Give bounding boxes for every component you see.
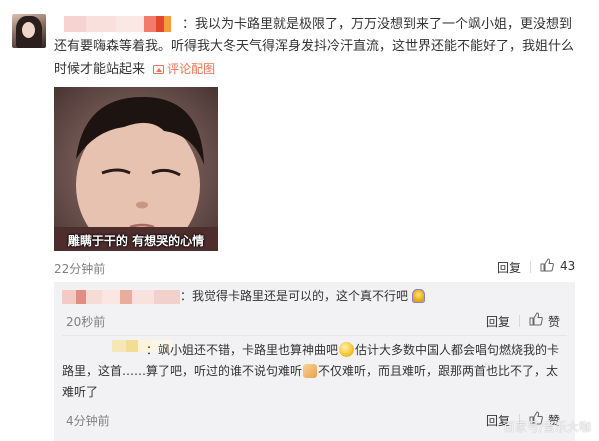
watermark: 百家号/音乐大咖 bbox=[502, 420, 591, 434]
view-picture-link[interactable]: 评论配图 bbox=[153, 62, 215, 76]
reply-2-time: 4分钟前 bbox=[66, 414, 110, 428]
comment-body: ：我以为卡路里就是极限了，万万没想到来了一个飒小姐，更没想到还有要嗨森等着我。听… bbox=[54, 17, 575, 77]
reply-1-like-button[interactable]: 赞 bbox=[548, 313, 560, 330]
reply-2-text: ：飒小姐还不错，卡路里也算神曲吧 估计大多数中国人都会唱句燃烧我的卡路里，这首……… bbox=[62, 340, 563, 403]
reply-username-mosaic[interactable] bbox=[62, 290, 180, 304]
reply-button[interactable]: 回复 bbox=[497, 259, 521, 276]
action-divider bbox=[530, 261, 531, 273]
like-count[interactable]: 43 bbox=[560, 259, 575, 273]
reply-1-text: ：我觉得卡路里还是可以的，这个真不行吧 bbox=[180, 286, 567, 307]
comment-time: 22分钟前 bbox=[54, 262, 106, 276]
child-photo-illustration bbox=[54, 87, 218, 251]
picture-icon bbox=[153, 65, 165, 74]
bell-emoji-icon bbox=[411, 289, 425, 303]
smile-emoji-icon bbox=[339, 342, 355, 357]
view-picture-label: 评论配图 bbox=[167, 62, 216, 76]
reply-1-body: ：我觉得卡路里还是可以的，这个真不行吧 bbox=[180, 289, 409, 303]
reply-1-time: 20秒前 bbox=[66, 315, 106, 329]
reply-separator bbox=[62, 335, 567, 336]
thumb-up-icon[interactable] bbox=[540, 258, 554, 272]
thumb-emoji-icon bbox=[303, 364, 318, 378]
reply-1-reply-button[interactable]: 回复 bbox=[486, 313, 510, 330]
comment-text: ：我以为卡路里就是极限了，万万没想到来了一个飒小姐，更没想到还有要嗨森等着我。听… bbox=[54, 14, 584, 81]
thumb-up-icon[interactable] bbox=[529, 312, 543, 326]
reply-list: ：我觉得卡路里还是可以的，这个真不行吧 20秒前 回复 赞 ：飒小姐还不错，卡路… bbox=[54, 282, 575, 441]
avatar[interactable] bbox=[12, 14, 46, 48]
comment-image[interactable]: 雕瞒于干的 有想哭的心情 bbox=[54, 87, 218, 251]
reply-1-divider bbox=[519, 315, 520, 327]
reply-2-body-a: ：飒小姐还不错，卡路里也算神曲吧 bbox=[146, 343, 339, 357]
image-caption: 雕瞒于干的 有想哭的心情 bbox=[67, 234, 205, 248]
avatar-face bbox=[22, 22, 35, 38]
